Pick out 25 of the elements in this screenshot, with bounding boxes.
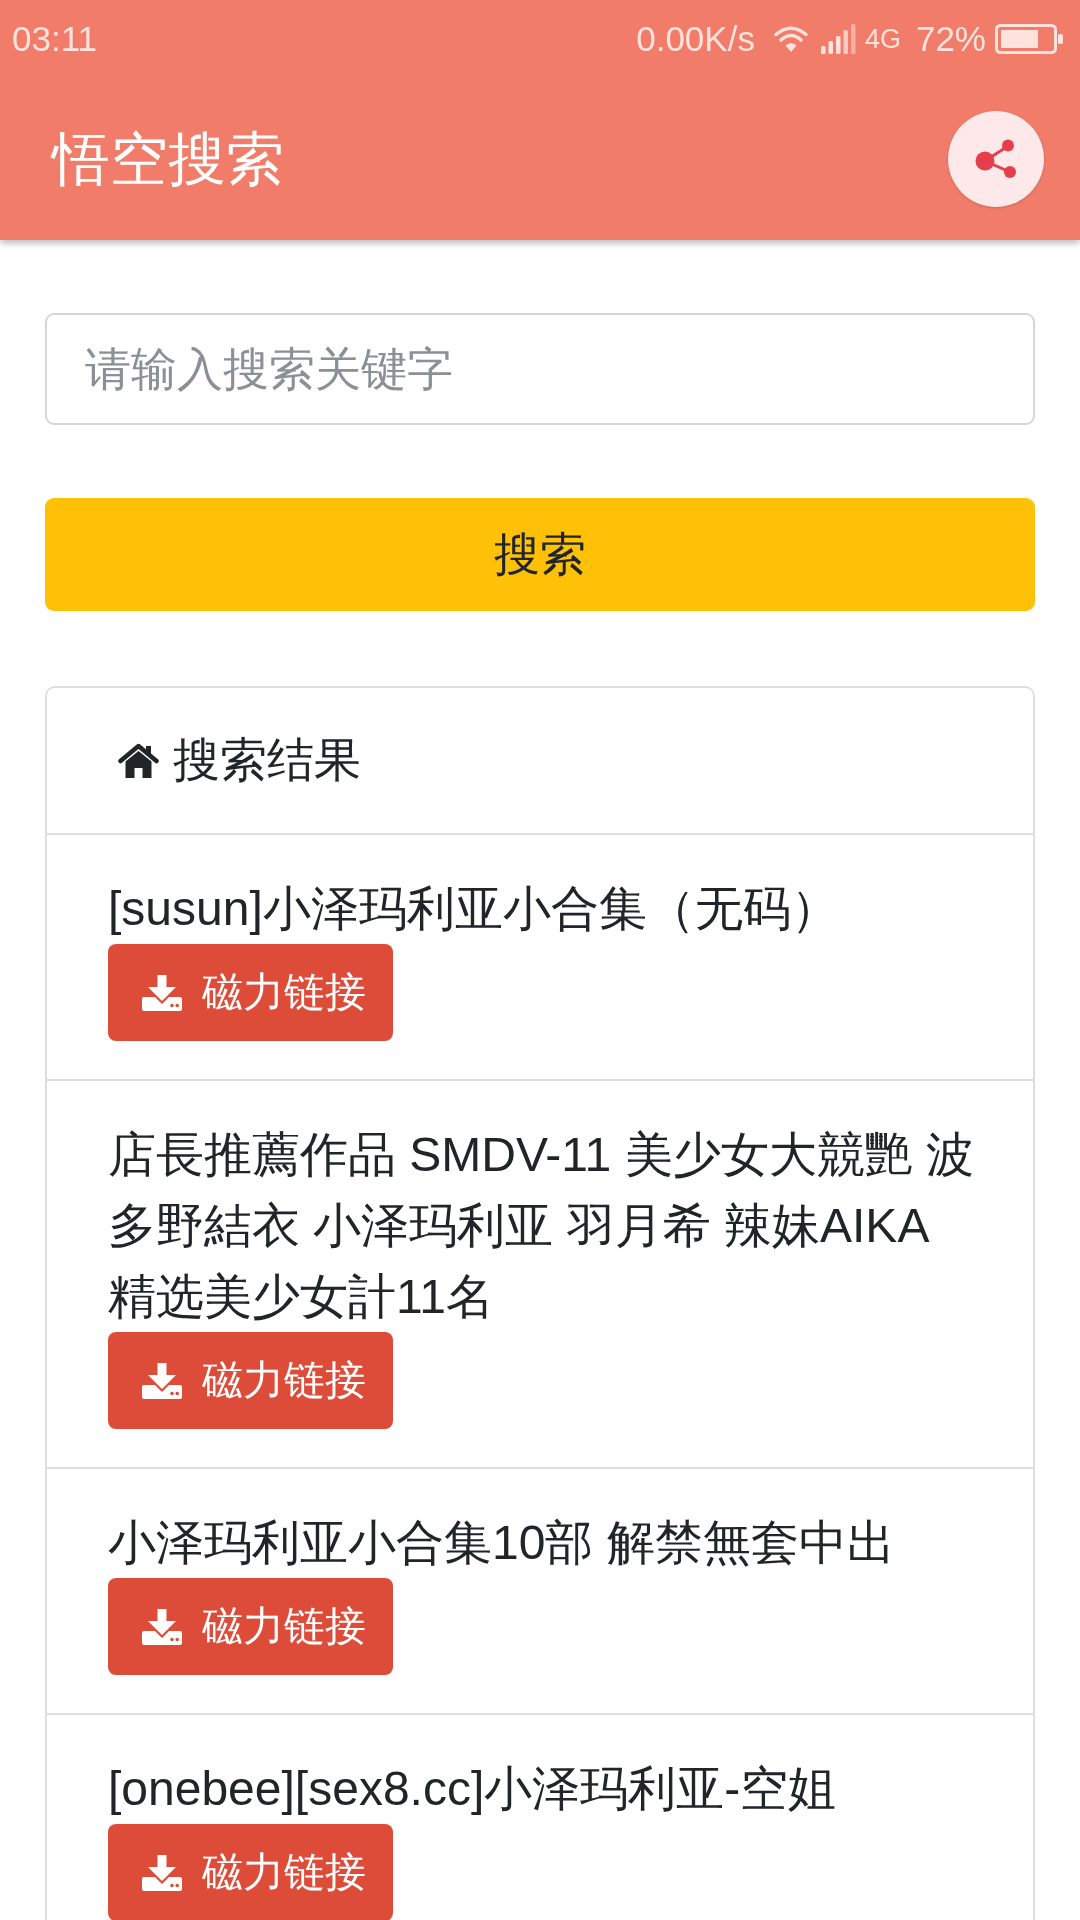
status-time: 03:11 bbox=[12, 19, 97, 59]
result-title: 小泽玛利亚小合集10部 解禁無套中出 bbox=[108, 1515, 896, 1571]
home-icon bbox=[118, 743, 159, 778]
network-type: 4G bbox=[864, 23, 901, 55]
download-icon bbox=[142, 1362, 182, 1399]
download-icon bbox=[142, 1608, 182, 1645]
signal-icon bbox=[820, 24, 856, 54]
magnet-link-button[interactable]: 磁力链接 bbox=[108, 944, 393, 1041]
download-icon bbox=[142, 974, 182, 1011]
battery-icon bbox=[995, 24, 1064, 54]
result-title: 店長推薦作品 SMDV-11 美少女大競艷 波多野結衣 小泽玛利亚 羽月希 辣妹AIKA 精选美少女計11名 bbox=[108, 1127, 975, 1325]
search-button[interactable]: 搜索 bbox=[45, 498, 1035, 611]
app-title: 悟空搜索 bbox=[52, 125, 284, 193]
magnet-link-button[interactable]: 磁力链接 bbox=[108, 1824, 393, 1920]
download-icon bbox=[142, 1854, 182, 1891]
results-heading: 搜索结果 bbox=[173, 732, 361, 788]
wifi-icon bbox=[772, 25, 809, 53]
magnet-link-button[interactable]: 磁力链接 bbox=[108, 1332, 393, 1429]
search-field[interactable]: 请输入搜索关键字 bbox=[45, 313, 1035, 425]
share-icon bbox=[974, 137, 1018, 181]
network-speed: 0.00K/s bbox=[636, 19, 755, 59]
result-title: [onebee][sex8.cc]小泽玛利亚-空姐 bbox=[108, 1761, 838, 1817]
result-title: [susun]小泽玛利亚小合集（无码） bbox=[108, 881, 840, 937]
magnet-link-button[interactable]: 磁力链接 bbox=[108, 1578, 393, 1675]
battery-percent: 72% bbox=[915, 19, 986, 59]
